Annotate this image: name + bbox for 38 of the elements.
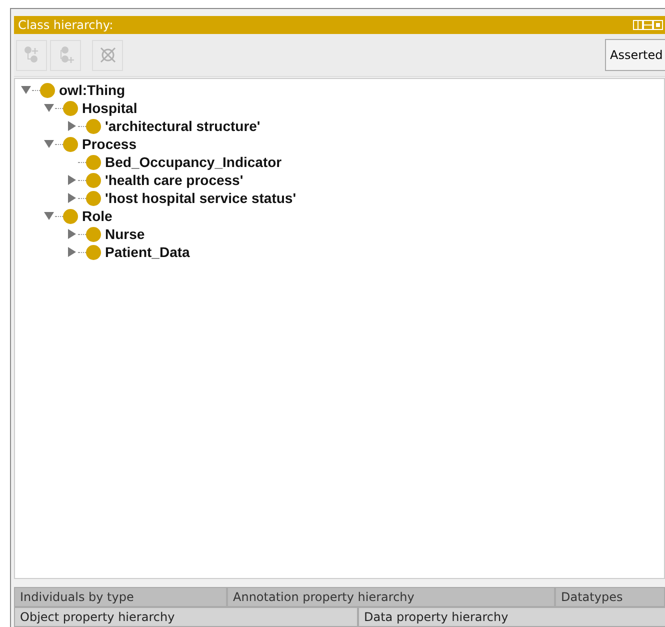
tree-item[interactable]: 'health care process' <box>105 172 244 188</box>
tree-item[interactable]: owl:Thing <box>59 82 126 98</box>
tree-item[interactable]: Patient_Data <box>105 244 190 260</box>
panel-tab[interactable]: Object property hierarchy <box>14 607 358 627</box>
tree-item[interactable]: 'host hospital service status' <box>105 190 296 206</box>
class-icon <box>86 226 101 242</box>
panel-title: Class hierarchy: <box>18 18 114 32</box>
tree-item[interactable]: Bed_Occupancy_Indicator <box>105 154 282 170</box>
class-icon <box>63 208 78 224</box>
class-icon <box>86 190 101 206</box>
expand-toggle-icon[interactable] <box>67 175 77 185</box>
class-icon <box>86 172 101 188</box>
panel-tab[interactable]: Annotation property hierarchy <box>227 587 555 607</box>
expand-toggle-icon[interactable] <box>67 121 77 131</box>
panel-tab[interactable]: Datatypes <box>555 587 665 607</box>
class-icon <box>86 118 101 134</box>
tree-item[interactable]: 'architectural structure' <box>105 118 260 134</box>
class-icon <box>63 136 78 152</box>
class-icon <box>86 244 101 260</box>
view-dropdown[interactable]: Asserted <box>605 39 665 71</box>
collapse-toggle-icon[interactable] <box>44 139 54 149</box>
panel-tab[interactable]: Individuals by type <box>14 587 227 607</box>
tree-item[interactable]: Role <box>82 208 112 224</box>
crossed-circle-icon <box>98 45 118 65</box>
window-controls-icon[interactable] <box>633 20 663 30</box>
class-icon <box>63 100 78 116</box>
collapse-toggle-icon[interactable] <box>21 85 31 95</box>
collapse-toggle-icon[interactable] <box>44 211 54 221</box>
tree-item[interactable]: Process <box>82 136 136 152</box>
class-icon <box>40 82 55 98</box>
tree-item[interactable]: Hospital <box>82 100 138 116</box>
collapse-toggle-icon[interactable] <box>44 103 54 113</box>
expand-toggle-icon[interactable] <box>67 247 77 257</box>
expand-toggle-icon[interactable] <box>67 193 77 203</box>
class-icon <box>86 154 101 170</box>
tree-item[interactable]: Nurse <box>105 226 145 242</box>
expand-toggle-icon[interactable] <box>67 229 77 239</box>
panel-tab[interactable]: Data property hierarchy <box>358 607 665 627</box>
